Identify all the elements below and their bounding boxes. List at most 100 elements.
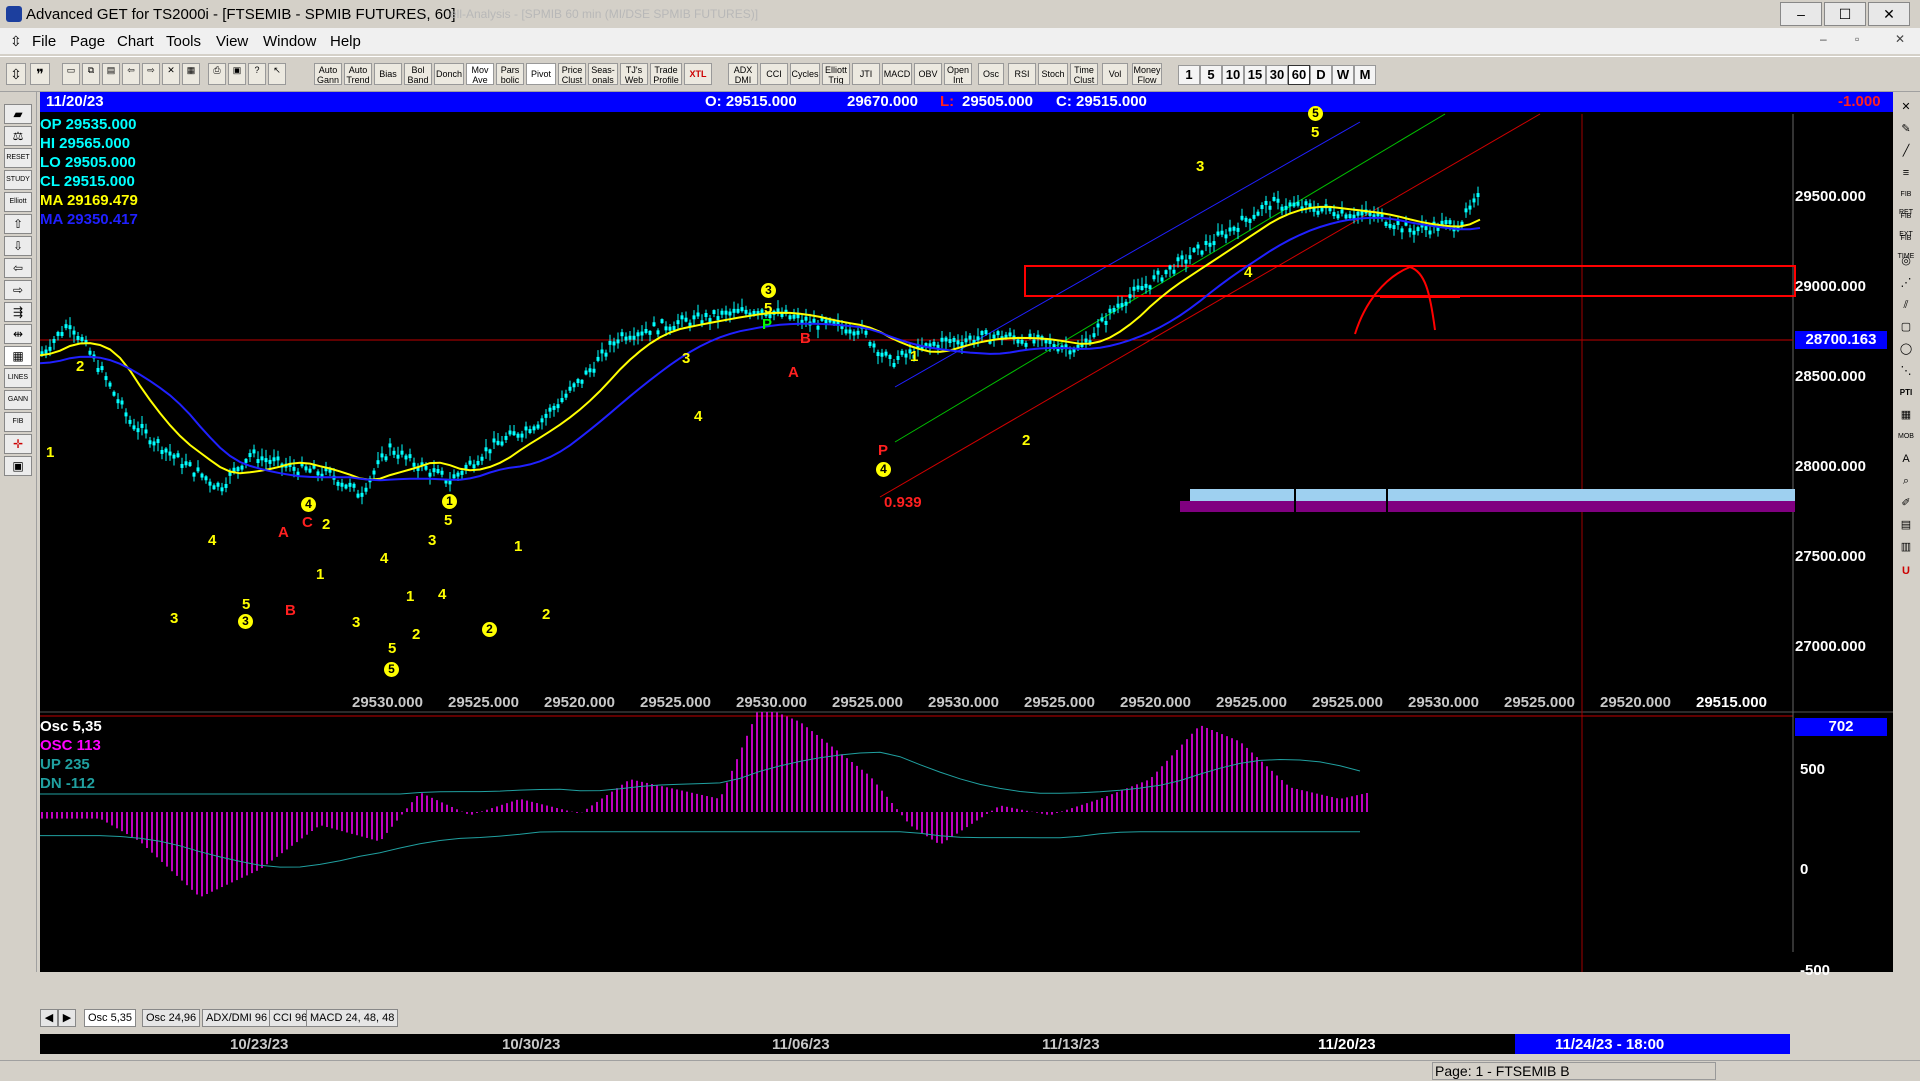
channel-icon[interactable]: ⫽ <box>1896 296 1916 314</box>
period-30[interactable]: 30 <box>1266 65 1288 85</box>
letter-a-icon[interactable]: A <box>1896 450 1916 468</box>
tb-osc[interactable]: Osc <box>978 63 1004 85</box>
elliott-icon[interactable]: Elliott <box>4 192 32 212</box>
reset-icon[interactable]: RESET <box>4 148 32 168</box>
arrow-up-icon[interactable]: ⇧ <box>4 214 32 234</box>
lines-icon[interactable]: LINES <box>4 368 32 388</box>
period-10[interactable]: 10 <box>1222 65 1244 85</box>
line-tool-icon[interactable]: ╱ <box>1896 142 1916 160</box>
arrow-down-icon[interactable]: ⇩ <box>4 236 32 256</box>
tb-macd[interactable]: MACD <box>882 63 912 85</box>
print-icon[interactable]: ⎙ <box>208 63 226 85</box>
period-60[interactable]: 60 <box>1288 65 1310 85</box>
chart-area[interactable]: 11/20/23 O: 29515.000 29670.000 L: 29505… <box>40 92 1893 979</box>
ellipse-icon[interactable]: ◯ <box>1896 340 1916 358</box>
cursor-tool-icon[interactable]: ⇳ <box>6 63 26 85</box>
arrow-left-icon[interactable]: ⇦ <box>4 258 32 278</box>
tb-open-int[interactable]: Open Int <box>944 63 972 85</box>
ruler-icon[interactable]: ▤ <box>1896 516 1916 534</box>
fib-retracement-icon[interactable]: FIB RET <box>1896 186 1916 216</box>
tb-price-clust[interactable]: Price Clust <box>558 63 586 85</box>
minimize-button[interactable]: – <box>1780 2 1822 26</box>
period-1[interactable]: 1 <box>1178 65 1200 85</box>
context-help-icon[interactable]: ↖ <box>268 63 286 85</box>
quote-icon[interactable]: ❞ <box>30 63 50 85</box>
help-icon[interactable]: ? <box>248 63 266 85</box>
table-icon[interactable]: ▥ <box>1896 538 1916 556</box>
tb-money-flow[interactable]: Money Flow <box>1132 63 1162 85</box>
paste-icon[interactable]: ▤ <box>102 63 120 85</box>
tb-cycles[interactable]: Cycles <box>790 63 820 85</box>
tb-stoch[interactable]: Stoch <box>1038 63 1068 85</box>
tb-pivot[interactable]: Pivot <box>526 63 556 85</box>
tb-auto-gann[interactable]: Auto Gann <box>314 63 342 85</box>
new-page-icon[interactable]: ▭ <box>62 63 80 85</box>
gann-icon[interactable]: GANN <box>4 390 32 410</box>
mdi-minimize-icon[interactable]: – <box>1820 32 1827 46</box>
grid-icon[interactable]: ▦ <box>182 63 200 85</box>
tb-mov-ave[interactable]: Mov Ave <box>466 63 494 85</box>
pencil-icon[interactable]: ✎ <box>1896 120 1916 138</box>
grid-tool-icon[interactable]: ▦ <box>4 346 32 366</box>
delete-icon[interactable]: ✕ <box>162 63 180 85</box>
tab-osc-5-35[interactable]: Osc 5,35 <box>84 1009 137 1027</box>
period-m[interactable]: M <box>1354 65 1376 85</box>
fib-extension-icon[interactable]: FIB EXT <box>1896 208 1916 238</box>
grid-small-icon[interactable]: ▦ <box>1896 406 1916 424</box>
tb-cci[interactable]: CCI <box>760 63 788 85</box>
mdi-close-icon[interactable]: ✕ <box>1895 32 1905 46</box>
tb-elliott-trig[interactable]: Elliott Trig <box>822 63 850 85</box>
tb-auto-trend[interactable]: Auto Trend <box>344 63 372 85</box>
copy-icon[interactable]: ⧉ <box>82 63 100 85</box>
mdi-restore-icon[interactable]: ▫ <box>1855 32 1859 46</box>
maximize-button[interactable]: ☐ <box>1824 2 1866 26</box>
tb-jti[interactable]: JTI <box>852 63 880 85</box>
tb-time-clust[interactable]: Time Clust <box>1070 63 1098 85</box>
period-w[interactable]: W <box>1332 65 1354 85</box>
fib-icon[interactable]: FIB <box>4 412 32 432</box>
compress-icon[interactable]: ⇶ <box>4 302 32 322</box>
print-preview-icon[interactable]: ▣ <box>228 63 246 85</box>
tb-vol[interactable]: Vol <box>1102 63 1128 85</box>
menu-help[interactable]: Help <box>330 33 361 50</box>
scale-icon[interactable]: ⚖ <box>4 126 32 146</box>
paint-icon[interactable]: ✐ <box>1896 494 1916 512</box>
tab-osc-24-96[interactable]: Osc 24,96 <box>142 1009 201 1027</box>
tb-xtl[interactable]: XTL <box>684 63 712 85</box>
menu-view[interactable]: View <box>216 33 248 50</box>
tb-parabolic[interactable]: Pars bolic <box>496 63 524 85</box>
gann-fan-icon[interactable]: ⋱ <box>1896 362 1916 380</box>
save-template-icon[interactable]: ▣ <box>4 456 32 476</box>
tb-obv[interactable]: OBV <box>914 63 942 85</box>
period-d[interactable]: D <box>1310 65 1332 85</box>
tab-scroll-left-icon[interactable]: ◀ <box>40 1009 58 1027</box>
period-5[interactable]: 5 <box>1200 65 1222 85</box>
arrow-right-icon[interactable]: ⇨ <box>4 280 32 300</box>
open-folder-icon[interactable]: ▰ <box>4 104 32 124</box>
menu-window[interactable]: Window <box>263 33 316 50</box>
tb-bol-band[interactable]: Bol Band <box>404 63 432 85</box>
tab-scroll-right-icon[interactable]: ▶ <box>58 1009 76 1027</box>
app-menu-icon[interactable]: ⇳ <box>10 33 22 50</box>
pti-icon[interactable]: PTI <box>1896 384 1916 402</box>
tb-adx-dmi[interactable]: ADX DMI <box>728 63 758 85</box>
close-x-icon[interactable]: ✕ <box>1896 98 1916 116</box>
fib-time-icon[interactable]: FIB TIME <box>1896 230 1916 260</box>
tab-cci-96[interactable]: CCI 96 <box>269 1009 312 1027</box>
tb-trade-profile[interactable]: Trade Profile <box>650 63 682 85</box>
tb-tjs-web[interactable]: TJ's Web <box>620 63 648 85</box>
period-15[interactable]: 15 <box>1244 65 1266 85</box>
fan-icon[interactable]: ⋰ <box>1896 274 1916 292</box>
study-icon[interactable]: STUDY <box>4 170 32 190</box>
crosshair-icon[interactable]: ✛ <box>4 434 32 454</box>
undo-icon[interactable]: ⇦ <box>122 63 140 85</box>
parallel-lines-icon[interactable]: ≡ <box>1896 164 1916 182</box>
undo-u-icon[interactable]: U <box>1896 562 1916 580</box>
close-button[interactable]: ✕ <box>1868 2 1910 26</box>
tb-seasonals[interactable]: Seas- onals <box>588 63 618 85</box>
mob-icon[interactable]: MOB <box>1896 428 1916 446</box>
zoom-icon[interactable]: ⌕ <box>1896 472 1916 490</box>
box-icon[interactable]: ▢ <box>1896 318 1916 336</box>
spiral-icon[interactable]: ◎ <box>1896 252 1916 270</box>
menu-page[interactable]: Page <box>70 33 105 50</box>
